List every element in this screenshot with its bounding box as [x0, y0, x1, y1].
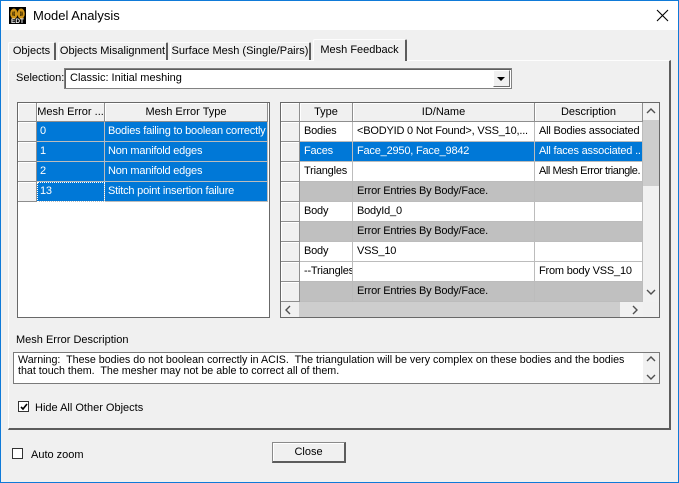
svg-text:EDT: EDT	[11, 18, 24, 24]
